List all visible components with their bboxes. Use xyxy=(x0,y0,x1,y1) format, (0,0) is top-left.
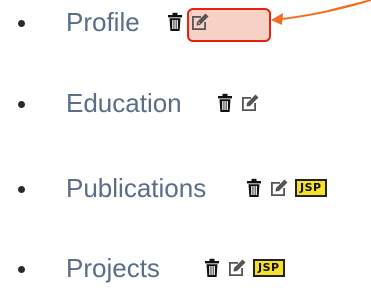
row-actions: JSP xyxy=(245,176,327,200)
section-list: Profile Education Publications JSP Proje… xyxy=(0,0,371,290)
edit-icon xyxy=(242,94,259,111)
jsp-badge[interactable]: JSP xyxy=(253,259,285,277)
bullet xyxy=(18,20,25,27)
page: Profile Education Publications JSP Proje… xyxy=(0,0,371,290)
list-item-label[interactable]: Education xyxy=(66,83,182,123)
edit-icon xyxy=(192,13,209,30)
bullet xyxy=(18,101,25,108)
list-item-label[interactable]: Projects xyxy=(66,248,160,288)
jsp-badge[interactable]: JSP xyxy=(295,179,327,197)
trash-icon[interactable] xyxy=(245,178,263,198)
row-actions xyxy=(166,10,210,34)
list-item-label[interactable]: Profile xyxy=(66,2,140,42)
edit-icon xyxy=(229,259,246,276)
edit-icon xyxy=(271,179,288,196)
bullet xyxy=(18,186,25,193)
trash-icon[interactable] xyxy=(216,93,234,113)
trash-icon[interactable] xyxy=(166,12,184,32)
list-item-projects: Projects JSP xyxy=(0,248,371,288)
list-item-education: Education xyxy=(0,83,371,123)
edit-button[interactable] xyxy=(269,178,289,198)
row-actions xyxy=(216,91,260,115)
bullet xyxy=(18,266,25,273)
trash-icon[interactable] xyxy=(203,258,221,278)
row-actions: JSP xyxy=(203,256,285,280)
edit-button[interactable] xyxy=(190,12,210,32)
list-item-profile: Profile xyxy=(0,2,371,42)
edit-button[interactable] xyxy=(227,258,247,278)
list-item-publications: Publications JSP xyxy=(0,168,371,208)
edit-button[interactable] xyxy=(240,93,260,113)
list-item-label[interactable]: Publications xyxy=(66,168,206,208)
